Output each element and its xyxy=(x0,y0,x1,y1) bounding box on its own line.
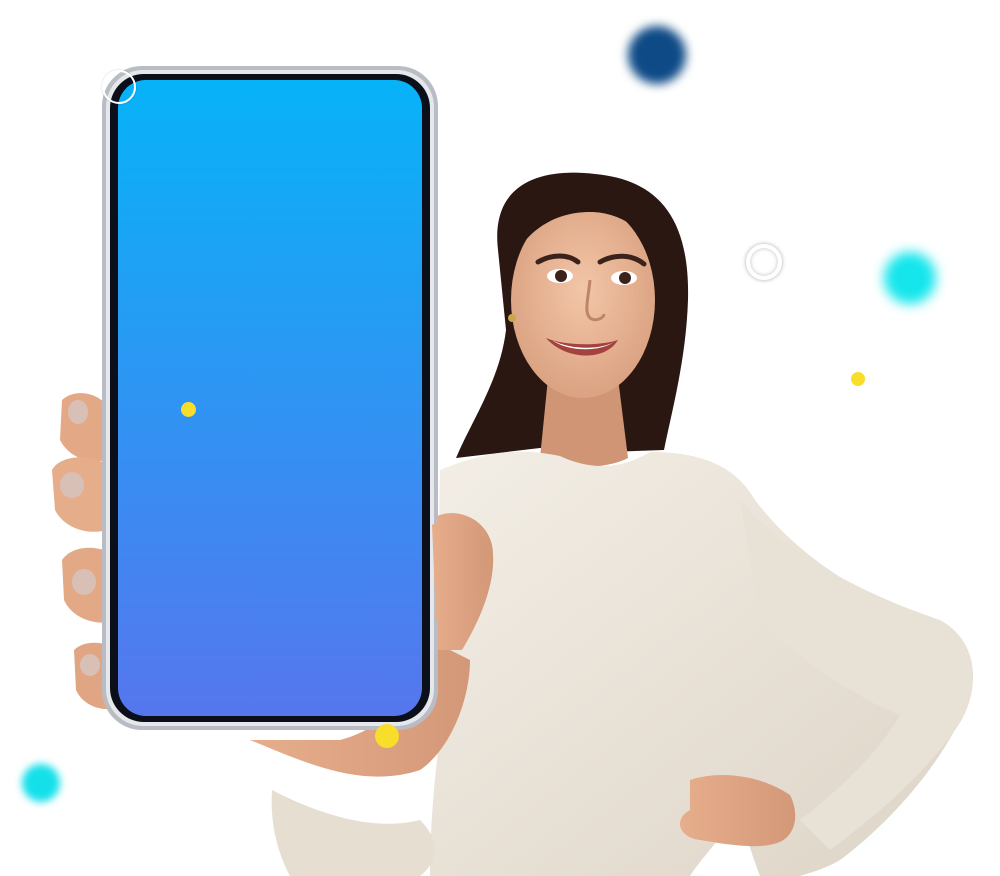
hero-illustration xyxy=(0,0,1000,876)
person-with-phone xyxy=(52,66,974,876)
yellow-dot-right xyxy=(851,372,865,386)
yellow-dot-screen xyxy=(181,402,196,417)
left-sleeve xyxy=(271,790,435,876)
phone-screen xyxy=(118,80,422,716)
white-ring-phone-corner xyxy=(102,70,136,104)
yellow-dot-bottom xyxy=(375,724,399,748)
white-ring-right xyxy=(746,244,782,280)
